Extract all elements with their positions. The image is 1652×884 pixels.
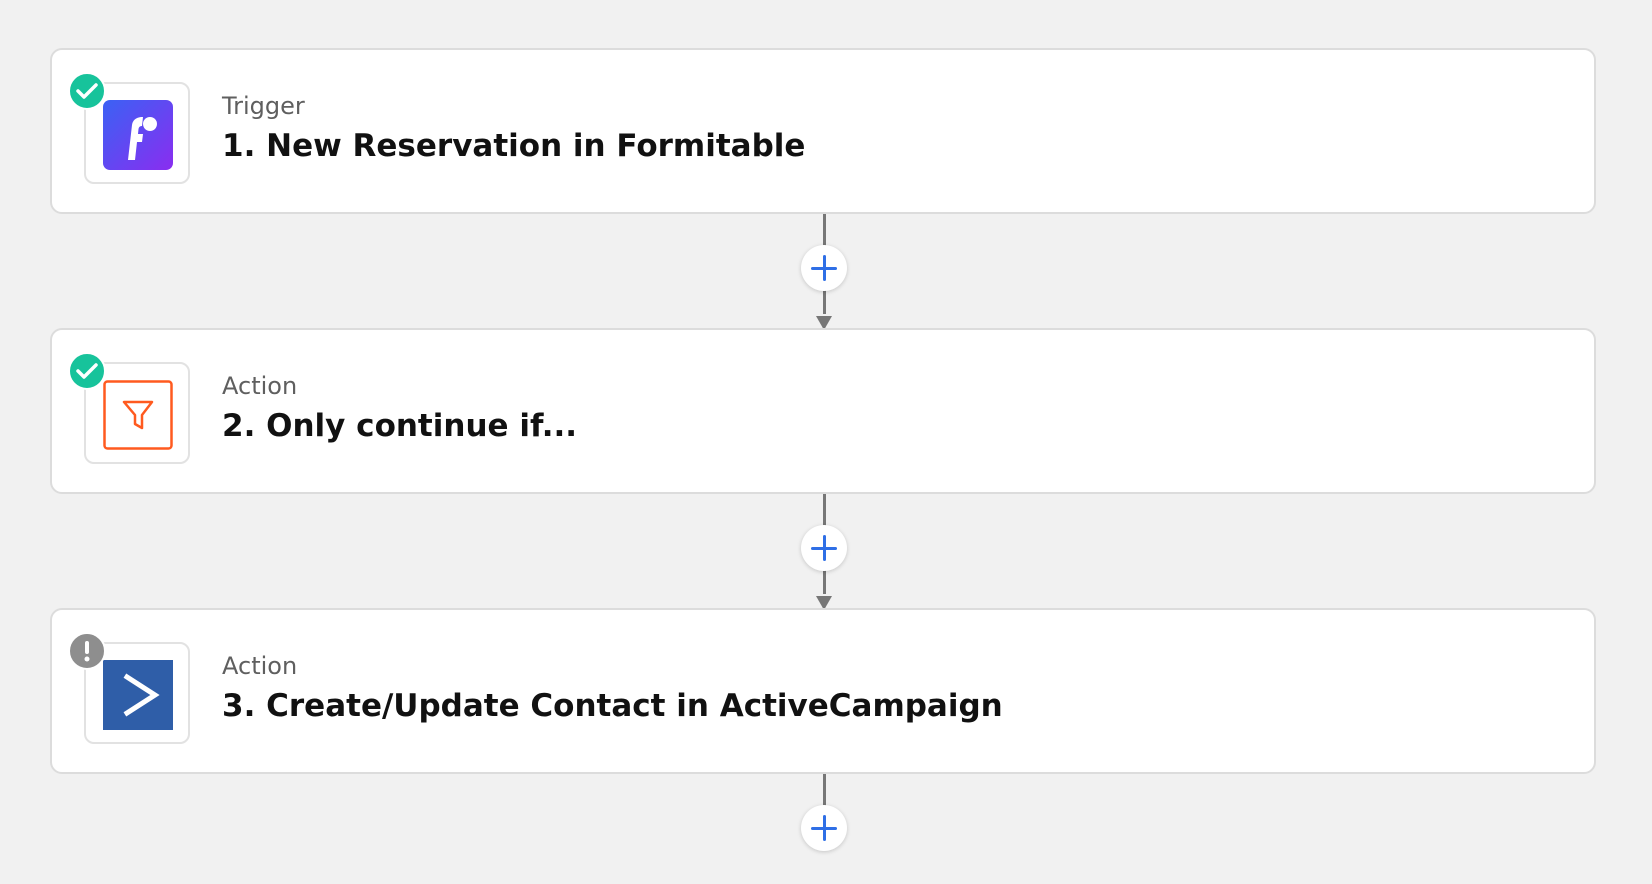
step-card-filter[interactable]: Action 2. Only continue if... bbox=[50, 328, 1596, 494]
add-step-button[interactable] bbox=[801, 525, 847, 571]
check-icon bbox=[68, 352, 106, 390]
formitable-icon bbox=[103, 100, 173, 170]
step-card-activecampaign[interactable]: Action 3. Create/Update Contact in Activ… bbox=[50, 608, 1596, 774]
step-title[interactable]: 2. Only continue if... bbox=[222, 408, 577, 444]
step-title[interactable]: 3. Create/Update Contact in ActiveCampai… bbox=[222, 688, 1003, 724]
step-card-trigger[interactable]: Trigger 1. New Reservation in Formitable bbox=[50, 48, 1596, 214]
check-icon bbox=[68, 72, 106, 110]
step-title[interactable]: 1. New Reservation in Formitable bbox=[222, 128, 805, 164]
step-type-label: Action bbox=[222, 372, 298, 400]
filter-icon bbox=[103, 380, 173, 450]
exclamation-icon bbox=[68, 632, 106, 670]
add-step-button[interactable] bbox=[801, 245, 847, 291]
step-type-label: Action bbox=[222, 652, 298, 680]
step-type-label: Trigger bbox=[222, 92, 305, 120]
activecampaign-icon bbox=[103, 660, 173, 730]
add-step-button[interactable] bbox=[801, 805, 847, 851]
